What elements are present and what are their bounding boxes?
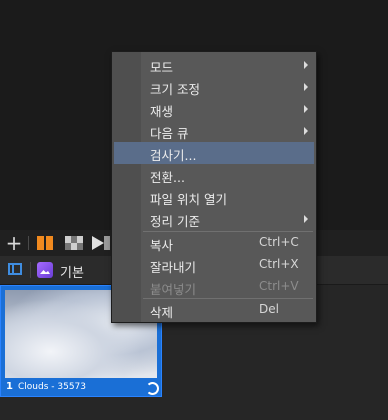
toolbar-divider xyxy=(28,236,29,250)
loop-icon xyxy=(146,382,159,395)
context-menu: 모드 크기 조정 재생 다음 큐 검사기... 전환... 파일 위치 열기 정… xyxy=(111,51,317,323)
menu-item-inspector[interactable]: 검사기... xyxy=(114,142,314,164)
menu-item-open-file-location[interactable]: 파일 위치 열기 xyxy=(114,186,314,208)
menu-item-label: 파일 위치 열기 xyxy=(150,192,227,207)
menu-item-resize[interactable]: 크기 조정 xyxy=(114,76,314,98)
clip-number: 1 xyxy=(6,381,13,392)
menu-item-shortcut: Ctrl+X xyxy=(259,257,299,271)
menu-item-label: 붙여넣기 xyxy=(150,282,197,297)
menu-item-label: 모드 xyxy=(150,60,174,75)
layout-icon[interactable] xyxy=(36,234,56,252)
submenu-arrow-icon xyxy=(304,61,308,69)
menu-item-transition[interactable]: 전환... xyxy=(114,164,314,186)
menu-item-mode[interactable]: 모드 xyxy=(114,54,314,76)
menu-item-label: 전환... xyxy=(150,170,185,185)
submenu-arrow-icon xyxy=(304,105,308,113)
menu-item-sort-by[interactable]: 정리 기준 xyxy=(114,208,314,230)
clip-footer: 1 Clouds - 35573 xyxy=(1,380,161,396)
menu-item-label: 재생 xyxy=(150,104,174,119)
add-button[interactable]: + xyxy=(6,233,23,253)
menu-item-label: 정리 기준 xyxy=(150,214,200,229)
menu-item-play[interactable]: 재생 xyxy=(114,98,314,120)
panel-divider xyxy=(30,262,31,278)
menu-item-shortcut: Ctrl+V xyxy=(259,279,299,293)
menu-item-copy[interactable]: 복사 Ctrl+C xyxy=(114,232,314,254)
menu-item-shortcut: Ctrl+C xyxy=(259,235,299,249)
bin-icon xyxy=(37,262,53,278)
menu-item-label: 삭제 xyxy=(150,305,174,320)
menu-item-delete[interactable]: 삭제 Del xyxy=(114,299,314,321)
menu-item-paste: 붙여넣기 Ctrl+V xyxy=(114,276,314,298)
menu-item-label: 검사기... xyxy=(150,148,197,163)
menu-item-next-cue[interactable]: 다음 큐 xyxy=(114,120,314,142)
submenu-arrow-icon xyxy=(304,127,308,135)
submenu-arrow-icon xyxy=(304,83,308,91)
checker-icon[interactable] xyxy=(64,234,84,252)
menu-item-label: 잘라내기 xyxy=(150,260,197,275)
flag-icon[interactable] xyxy=(92,234,110,252)
menu-item-label: 크기 조정 xyxy=(150,82,200,97)
menu-item-shortcut: Del xyxy=(259,302,279,316)
submenu-arrow-icon xyxy=(304,215,308,223)
menu-item-label: 다음 큐 xyxy=(150,126,189,141)
bin-label[interactable]: 기본 xyxy=(60,262,84,281)
menu-item-label: 복사 xyxy=(150,238,174,253)
panel-toggle-icon[interactable] xyxy=(8,263,22,275)
menu-item-cut[interactable]: 잘라내기 Ctrl+X xyxy=(114,254,314,276)
clip-name: Clouds - 35573 xyxy=(18,382,86,392)
